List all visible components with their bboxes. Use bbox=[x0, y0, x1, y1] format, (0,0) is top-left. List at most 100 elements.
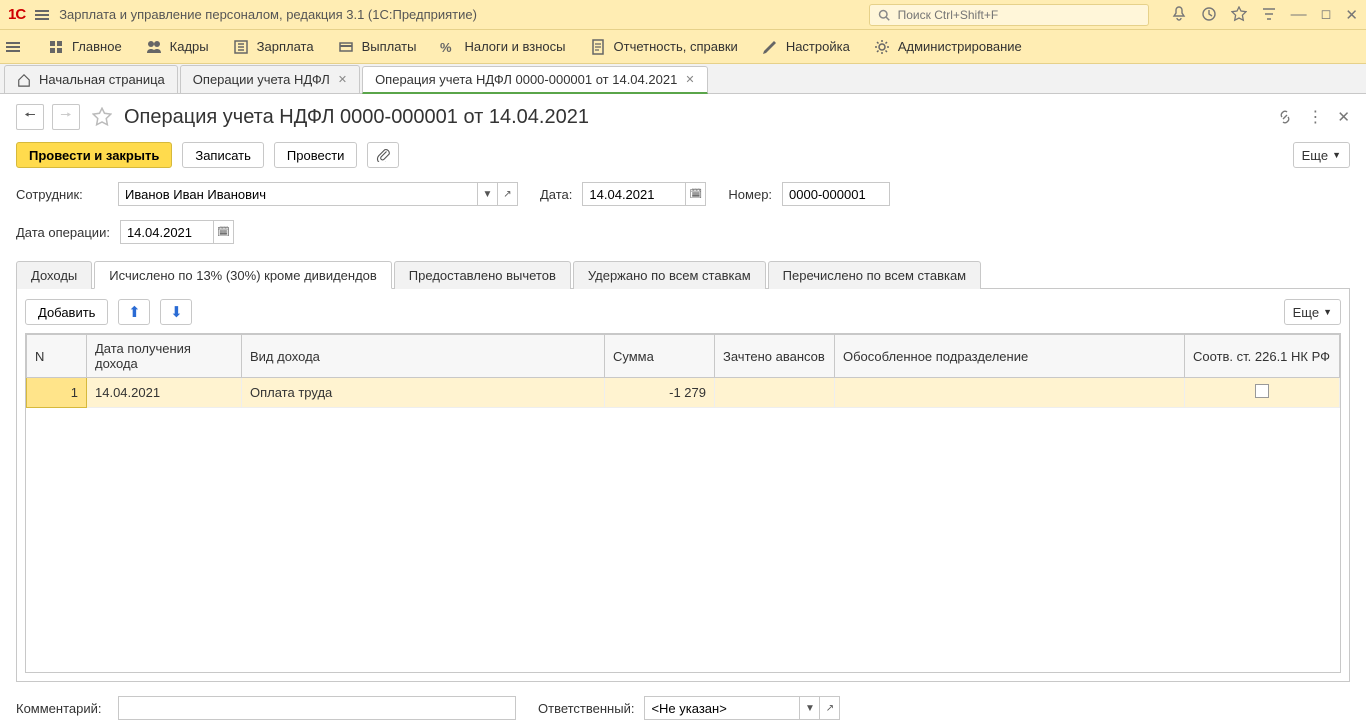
form-row-employee: Сотрудник: ▼ ↗ Дата: 🗓 Номер: bbox=[16, 182, 1350, 206]
menu-reports[interactable]: Отчетность, справки bbox=[590, 39, 738, 55]
checkbox-icon[interactable] bbox=[1255, 384, 1269, 398]
dropdown-icon[interactable]: ▼ bbox=[800, 696, 820, 720]
command-bar: Провести и закрыть Записать Провести Еще… bbox=[16, 142, 1350, 168]
chevron-down-icon: ▼ bbox=[1332, 150, 1341, 160]
menu-admin[interactable]: Администрирование bbox=[874, 39, 1022, 55]
grid-wrapper[interactable]: N Дата получения дохода Вид дохода Сумма… bbox=[25, 333, 1341, 673]
post-button[interactable]: Провести bbox=[274, 142, 358, 168]
menu-label: Выплаты bbox=[362, 39, 417, 54]
link-icon[interactable] bbox=[1277, 109, 1293, 125]
panel-command-bar: Добавить ⬆ ⬇ Еще ▼ bbox=[25, 299, 1341, 325]
wintab-document[interactable]: Операция учета НДФЛ 0000-000001 от 14.04… bbox=[362, 66, 707, 94]
maximize-button[interactable]: ◻ bbox=[1321, 6, 1332, 24]
cell-n[interactable]: 1 bbox=[27, 378, 87, 408]
col-advance[interactable]: Зачтено авансов bbox=[715, 335, 835, 378]
filter-icon[interactable] bbox=[1261, 6, 1277, 22]
menu-label: Администрирование bbox=[898, 39, 1022, 54]
comment-input[interactable] bbox=[118, 696, 516, 720]
col-art226[interactable]: Соотв. ст. 226.1 НК РФ bbox=[1185, 335, 1340, 378]
panel-more-button[interactable]: Еще ▼ bbox=[1284, 299, 1341, 325]
col-kind[interactable]: Вид дохода bbox=[242, 335, 605, 378]
cell-division[interactable] bbox=[835, 378, 1185, 408]
tab-withheld[interactable]: Удержано по всем ставкам bbox=[573, 261, 766, 289]
more-button[interactable]: Еще ▼ bbox=[1293, 142, 1350, 168]
comment-field[interactable] bbox=[118, 696, 516, 720]
button-label: Еще bbox=[1302, 148, 1328, 163]
svg-text:%: % bbox=[440, 40, 452, 55]
close-window-button[interactable]: ✕ bbox=[1345, 6, 1358, 24]
menu-label: Отчетность, справки bbox=[614, 39, 738, 54]
cell-art226[interactable] bbox=[1185, 378, 1340, 408]
col-date[interactable]: Дата получения дохода bbox=[87, 335, 242, 378]
page-content: 🠔 🠖 Операция учета НДФЛ 0000-000001 от 1… bbox=[0, 94, 1366, 722]
menu-label: Кадры bbox=[170, 39, 209, 54]
menu-taxes[interactable]: %Налоги и взносы bbox=[440, 39, 565, 55]
cell-advance[interactable] bbox=[715, 378, 835, 408]
tab-transferred[interactable]: Перечислено по всем ставкам bbox=[768, 261, 981, 289]
opdate-input[interactable] bbox=[120, 220, 214, 244]
nav-forward-button[interactable]: 🠖 bbox=[52, 104, 80, 130]
tab-label: Удержано по всем ставкам bbox=[588, 268, 751, 283]
tab-income[interactable]: Доходы bbox=[16, 261, 92, 289]
cell-kind[interactable]: Оплата труда bbox=[242, 378, 605, 408]
cell-date[interactable]: 14.04.2021 bbox=[87, 378, 242, 408]
post-and-close-button[interactable]: Провести и закрыть bbox=[16, 142, 172, 168]
menu-staff[interactable]: Кадры bbox=[146, 39, 209, 55]
tab-calculated[interactable]: Исчислено по 13% (30%) кроме дивидендов bbox=[94, 261, 392, 289]
close-page-button[interactable]: ✕ bbox=[1337, 108, 1350, 126]
nav-back-button[interactable]: 🠔 bbox=[16, 104, 44, 130]
employee-input[interactable] bbox=[118, 182, 478, 206]
cell-sum[interactable]: -1 279 bbox=[605, 378, 715, 408]
date-field[interactable]: 🗓 bbox=[582, 182, 706, 206]
app-menu-icon[interactable] bbox=[35, 10, 49, 20]
star-icon[interactable] bbox=[1231, 6, 1247, 22]
col-n[interactable]: N bbox=[27, 335, 87, 378]
wintab-list[interactable]: Операции учета НДФЛ ✕ bbox=[180, 65, 360, 93]
close-icon[interactable]: ✕ bbox=[685, 73, 694, 86]
open-icon[interactable]: ↗ bbox=[498, 182, 518, 206]
button-label: Еще bbox=[1293, 305, 1319, 320]
save-button[interactable]: Записать bbox=[182, 142, 264, 168]
window-tabs: Начальная страница Операции учета НДФЛ ✕… bbox=[0, 64, 1366, 94]
responsible-field[interactable]: ▼ ↗ bbox=[644, 696, 840, 720]
menu-salary[interactable]: Зарплата bbox=[233, 39, 314, 55]
col-division[interactable]: Обособленное подразделение bbox=[835, 335, 1185, 378]
menu-payments[interactable]: Выплаты bbox=[338, 39, 417, 55]
date-input[interactable] bbox=[582, 182, 686, 206]
favorite-star-icon[interactable] bbox=[92, 107, 112, 127]
global-search[interactable] bbox=[869, 4, 1149, 26]
employee-label: Сотрудник: bbox=[16, 187, 108, 202]
wintab-home[interactable]: Начальная страница bbox=[4, 65, 178, 93]
global-search-input[interactable] bbox=[896, 7, 1140, 23]
col-sum[interactable]: Сумма bbox=[605, 335, 715, 378]
menu-settings[interactable]: Настройка bbox=[762, 39, 850, 55]
move-down-button[interactable]: ⬇ bbox=[160, 299, 192, 325]
dropdown-icon[interactable]: ▼ bbox=[478, 182, 498, 206]
responsible-input[interactable] bbox=[644, 696, 800, 720]
history-icon[interactable] bbox=[1201, 6, 1217, 22]
employee-field[interactable]: ▼ ↗ bbox=[118, 182, 518, 206]
menu-label: Зарплата bbox=[257, 39, 314, 54]
titlebar: 1C Зарплата и управление персоналом, ред… bbox=[0, 0, 1366, 30]
attach-button[interactable] bbox=[367, 142, 399, 168]
menu-main[interactable]: Главное bbox=[48, 39, 122, 55]
open-icon[interactable]: ↗ bbox=[820, 696, 840, 720]
close-icon[interactable]: ✕ bbox=[338, 73, 347, 86]
app-title: Зарплата и управление персоналом, редакц… bbox=[59, 7, 477, 22]
tab-label: Перечислено по всем ставкам bbox=[783, 268, 966, 283]
opdate-field[interactable]: 🗓 bbox=[120, 220, 234, 244]
calendar-icon[interactable]: 🗓 bbox=[214, 220, 234, 244]
sections-menu-icon[interactable] bbox=[6, 42, 20, 52]
table-row[interactable]: 1 14.04.2021 Оплата труда -1 279 bbox=[27, 378, 1340, 408]
tab-deductions[interactable]: Предоставлено вычетов bbox=[394, 261, 571, 289]
calendar-icon[interactable]: 🗓 bbox=[686, 182, 706, 206]
move-up-button[interactable]: ⬆ bbox=[118, 299, 150, 325]
bell-icon[interactable] bbox=[1171, 6, 1187, 22]
minimize-button[interactable]: — bbox=[1291, 6, 1307, 24]
more-menu-icon[interactable]: ⋮ bbox=[1307, 107, 1323, 127]
number-input[interactable] bbox=[782, 182, 890, 206]
button-label: Записать bbox=[195, 148, 251, 163]
chevron-down-icon: ▼ bbox=[1323, 307, 1332, 317]
date-label: Дата: bbox=[540, 187, 572, 202]
add-row-button[interactable]: Добавить bbox=[25, 299, 108, 325]
